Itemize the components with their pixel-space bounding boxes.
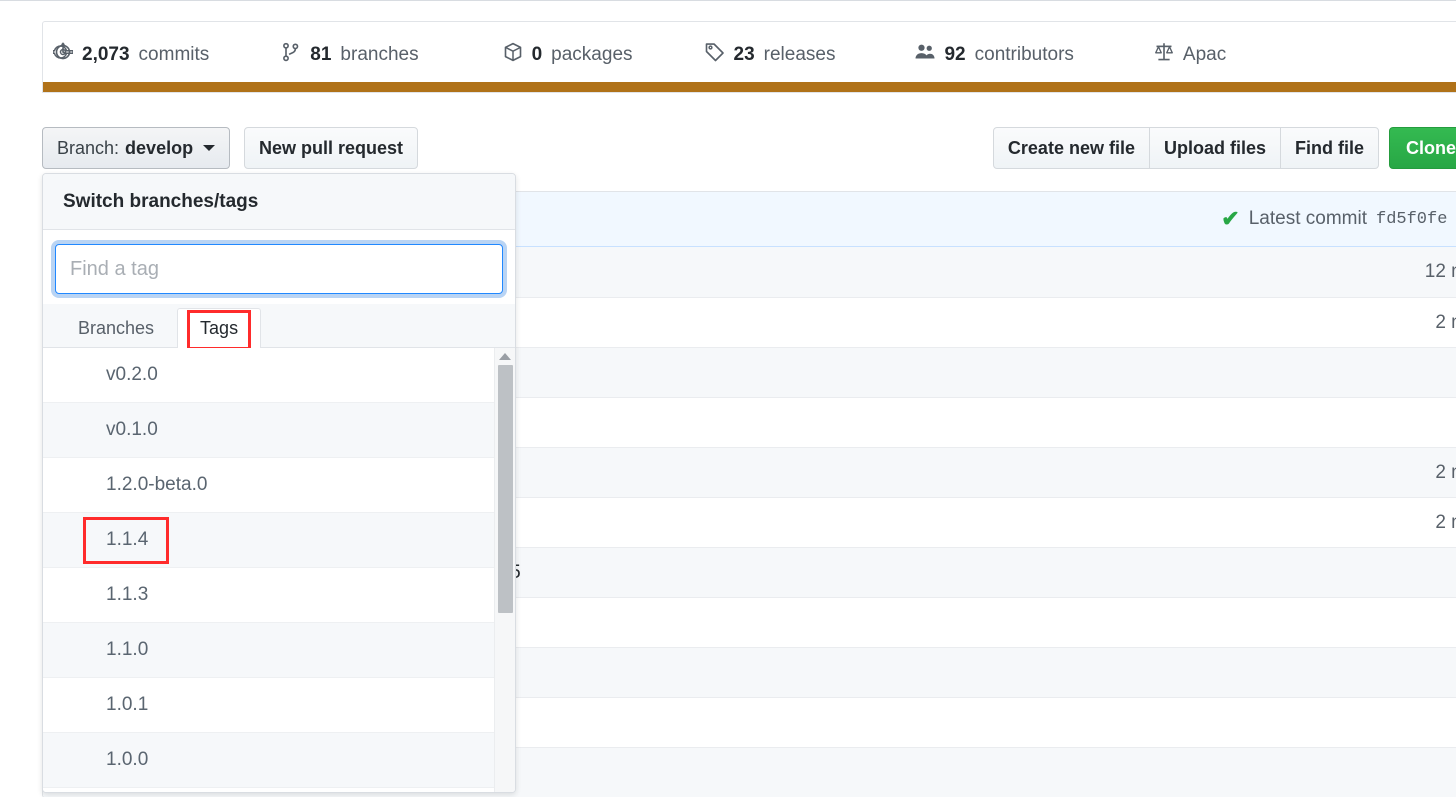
- tag-list-item[interactable]: 1.0.1: [43, 678, 515, 733]
- repo-stat-label: contributors: [974, 44, 1074, 65]
- repo-stat-value: 0: [531, 44, 543, 65]
- tag-list: v0.2.0 v0.1.0 1.2.0-beta.0 1.1.4 1.1.3 1.1.0 1…: [43, 348, 515, 792]
- dropdown-title: Switch branches/tags: [43, 174, 515, 230]
- file-action-group: Create new file Upload files Find file: [992, 127, 1379, 169]
- latest-commit-label: Latest commit: [1248, 208, 1367, 229]
- tag-list-item-label: 1.1.4: [106, 529, 149, 550]
- repo-stat-label: packages: [551, 44, 633, 65]
- dropdown-tab-branches[interactable]: Branches: [55, 308, 177, 348]
- repo-stat-value: 2,073: [82, 44, 130, 65]
- repo-stat-value: 81: [310, 44, 332, 65]
- commit-time: 2 m: [1435, 461, 1456, 483]
- scroll-up-arrow-icon[interactable]: [499, 353, 511, 360]
- tag-icon: [705, 40, 725, 62]
- repo-stat-label: releases: [763, 44, 836, 65]
- dropdown-search-wrap: [43, 230, 515, 304]
- check-icon: ✔: [1221, 206, 1240, 231]
- repository-page: 2,073 commits 81 branches 0 packages 23 release…: [0, 0, 1456, 797]
- tag-list-item[interactable]: 1.2.0-beta.0: [43, 458, 515, 513]
- repo-stat-label: branches: [340, 44, 419, 65]
- repo-stat-branches[interactable]: 81 branches: [281, 40, 419, 66]
- commits-icon: [53, 40, 73, 60]
- branch-select-button[interactable]: Branch: develop: [42, 127, 231, 169]
- dropdown-tabs: Branches Tags: [43, 304, 515, 350]
- package-icon: [503, 40, 523, 62]
- tag-list-item-label: 1.0.1: [106, 694, 149, 715]
- branch-icon: [281, 40, 301, 62]
- latest-commit-sha[interactable]: fd5f0fe: [1376, 210, 1447, 229]
- clone-or-download-button[interactable]: Clone or: [1388, 127, 1456, 169]
- repo-stat-apac[interactable]: Apac: [1154, 40, 1226, 66]
- find-a-tag-input[interactable]: [55, 244, 503, 294]
- latest-commit-info: ✔ Latest commit fd5f0fe 2: [1221, 208, 1456, 230]
- repo-stats-bar: 2,073 commits 81 branches 0 packages 23 release…: [42, 21, 1456, 93]
- chevron-down-icon: [203, 145, 216, 151]
- repo-stat-value: 23: [733, 44, 755, 65]
- tag-list-item[interactable]: v0.2.0: [43, 348, 515, 403]
- commit-time: 12 m: [1424, 261, 1456, 282]
- tag-list-item[interactable]: 1.1.4: [43, 513, 515, 568]
- tag-list-scrollbar[interactable]: [494, 348, 515, 792]
- language-color-bar: [43, 82, 1456, 92]
- repo-stat-label: Apac: [1182, 44, 1227, 65]
- repo-stat-label: commits: [138, 44, 210, 65]
- tag-list-item-label: 1.2.0-beta.0: [106, 474, 208, 495]
- people-icon: [915, 40, 935, 60]
- commit-time: 2 m: [1435, 511, 1456, 533]
- branch-button-name: develop: [125, 137, 194, 158]
- branch-tag-dropdown: Switch branches/tags BranchesTags v0.2.0…: [42, 173, 516, 793]
- repo-action-buttons: Create new file Upload files Find file C…: [992, 127, 1456, 169]
- tag-list-item-label: 1.1.3: [106, 584, 149, 605]
- create-new-file-button[interactable]: Create new file: [994, 128, 1149, 168]
- upload-files-button[interactable]: Upload files: [1148, 128, 1280, 168]
- tag-list-item[interactable]: v0.1.0: [43, 403, 515, 458]
- new-pull-request-button[interactable]: New pull request: [244, 127, 419, 169]
- tag-list-item[interactable]: 1.1.3: [43, 568, 515, 623]
- tag-list-item[interactable]: 1.1.0: [43, 623, 515, 678]
- commit-time: 2 m: [1435, 311, 1456, 333]
- tag-list-item-label: v0.1.0: [106, 419, 158, 440]
- branch-button-prefix: Branch:: [57, 137, 120, 158]
- dropdown-tab-tags[interactable]: Tags: [177, 308, 262, 350]
- repo-stat-releases[interactable]: 23 releases: [705, 40, 836, 66]
- tag-list-item-label: 1.0.0: [106, 749, 149, 770]
- scrollbar-thumb[interactable]: [498, 365, 513, 613]
- law-icon: [1154, 40, 1174, 61]
- repo-stat-contributors[interactable]: 92 contributors: [915, 40, 1074, 66]
- repo-stat-commits[interactable]: 2,073 commits: [53, 40, 209, 66]
- repo-stat-packages[interactable]: 0 packages: [503, 40, 633, 66]
- tag-list-items: v0.2.0 v0.1.0 1.2.0-beta.0 1.1.4 1.1.3 1.1.0 1…: [43, 348, 515, 788]
- tag-list-item-label: 1.1.0: [106, 639, 149, 660]
- tag-list-item-label: v0.2.0: [106, 364, 158, 385]
- find-file-button[interactable]: Find file: [1279, 128, 1378, 168]
- tag-list-item[interactable]: 1.0.0: [43, 733, 515, 788]
- repo-stats-list: 2,073 commits 81 branches 0 packages 23 release…: [43, 22, 1456, 84]
- repo-stat-value: 92: [944, 44, 966, 65]
